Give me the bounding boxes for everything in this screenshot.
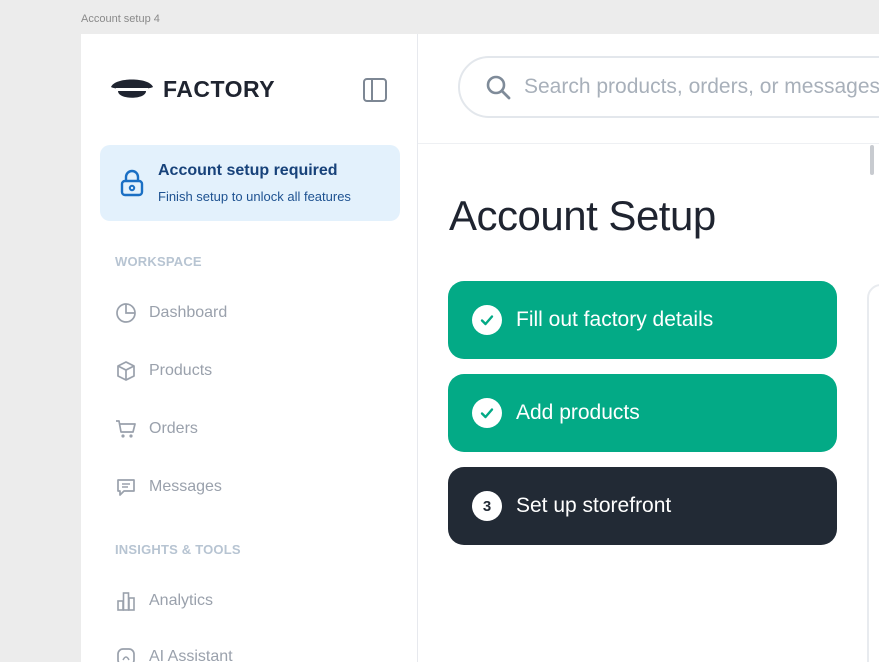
ai-icon xyxy=(117,648,135,662)
search-bar[interactable] xyxy=(458,56,879,118)
sidebar-item-messages[interactable]: Messages xyxy=(115,472,385,502)
sidebar-item-label: Messages xyxy=(149,478,222,495)
sidebar-item-products[interactable]: Products xyxy=(115,356,385,386)
check-icon xyxy=(480,315,494,326)
check-badge xyxy=(472,305,502,335)
sidebar-item-label: AI Assistant xyxy=(149,648,233,662)
scrollbar-thumb[interactable] xyxy=(870,145,874,175)
page-title: Account Setup xyxy=(449,192,716,239)
step-add-products[interactable]: Add products xyxy=(448,374,837,452)
brand[interactable]: FACTORY xyxy=(109,72,275,106)
step-label: Fill out factory details xyxy=(516,308,714,331)
brand-name: FACTORY xyxy=(163,75,276,102)
step-label: Add products xyxy=(516,401,640,424)
app-window: FACTORY Account setup required Finish se… xyxy=(81,34,879,662)
sidebar-item-orders[interactable]: Orders xyxy=(115,414,385,444)
step-factory-details[interactable]: Fill out factory details xyxy=(448,281,837,359)
box-icon xyxy=(117,361,135,381)
cart-icon xyxy=(116,420,136,438)
factory-logo-icon xyxy=(111,79,153,98)
frame-label: Account setup 4 xyxy=(81,13,160,25)
section-label-insights: INSIGHTS & TOOLS xyxy=(115,542,241,557)
lock-icon xyxy=(120,169,144,197)
sidebar-item-label: Orders xyxy=(149,420,198,437)
check-badge xyxy=(472,398,502,428)
bar-chart-icon xyxy=(117,592,135,611)
section-label-workspace: WORKSPACE xyxy=(115,254,202,269)
sidebar-toggle-icon[interactable] xyxy=(361,76,389,104)
sidebar-item-label: Dashboard xyxy=(149,304,228,321)
sidebar: FACTORY Account setup required Finish se… xyxy=(81,34,418,662)
pie-chart-icon xyxy=(116,303,136,323)
detail-panel xyxy=(867,284,879,662)
search-icon xyxy=(486,75,511,100)
top-bar xyxy=(418,34,879,144)
message-icon xyxy=(117,479,135,496)
sidebar-item-ai-assistant[interactable]: AI Assistant xyxy=(115,642,385,662)
step-number-badge: 3 xyxy=(472,491,502,521)
check-icon xyxy=(480,408,494,419)
step-label: Set up storefront xyxy=(516,494,672,517)
setup-notice-subtitle: Finish setup to unlock all features xyxy=(158,189,351,204)
setup-notice[interactable]: Account setup required Finish setup to u… xyxy=(100,145,400,221)
step-set-up-storefront[interactable]: 3 Set up storefront xyxy=(448,467,837,545)
sidebar-item-dashboard[interactable]: Dashboard xyxy=(115,298,385,328)
search-input[interactable] xyxy=(524,75,879,99)
step-number: 3 xyxy=(482,497,492,515)
sidebar-item-analytics[interactable]: Analytics xyxy=(115,586,385,616)
sidebar-item-label: Analytics xyxy=(149,592,214,609)
sidebar-item-label: Products xyxy=(149,362,213,379)
setup-notice-title: Account setup required xyxy=(158,162,338,179)
